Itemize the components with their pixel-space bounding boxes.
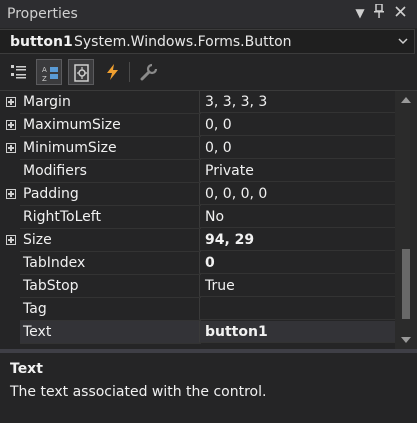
expand-icon[interactable]	[6, 235, 16, 245]
toolbar-separator	[129, 62, 130, 82]
property-value[interactable]: 0, 0	[199, 137, 395, 159]
property-row[interactable]: Text button1	[0, 321, 395, 344]
row-gutter	[0, 298, 20, 321]
categorized-button[interactable]	[6, 59, 32, 85]
property-row[interactable]: MinimumSize 0, 0	[0, 137, 395, 160]
property-value[interactable]: No	[199, 206, 395, 228]
property-value[interactable]: 3, 3, 3, 3	[199, 91, 395, 113]
row-gutter	[0, 114, 20, 137]
svg-text:A: A	[42, 66, 47, 74]
property-row[interactable]: Size 94, 29	[0, 229, 395, 252]
property-value[interactable]: Private	[199, 160, 395, 182]
properties-button[interactable]	[68, 59, 94, 85]
property-row[interactable]: TabIndex 0	[0, 252, 395, 275]
property-name: Modifiers	[20, 160, 201, 183]
row-gutter	[0, 91, 20, 114]
lightning-icon	[107, 64, 118, 80]
scrollbar-thumb[interactable]	[402, 249, 410, 319]
property-name: MinimumSize	[20, 137, 201, 160]
property-value[interactable]: 0, 0, 0, 0	[199, 183, 395, 205]
property-grid: Margin 3, 3, 3, 3 MaximumSize 0, 0 MinimumSi…	[0, 91, 395, 344]
chevron-down-icon[interactable]	[398, 36, 408, 46]
property-row[interactable]: Margin 3, 3, 3, 3	[0, 91, 395, 114]
property-row[interactable]: Padding 0, 0, 0, 0	[0, 183, 395, 206]
window-title: Properties	[7, 6, 78, 22]
scroll-up-icon[interactable]	[401, 97, 411, 103]
property-name: Text	[20, 321, 201, 344]
property-value[interactable]: True	[199, 275, 395, 297]
expand-icon[interactable]	[6, 189, 16, 199]
expand-icon[interactable]	[6, 97, 16, 107]
row-gutter	[0, 160, 20, 183]
close-icon[interactable]	[392, 4, 408, 22]
row-gutter	[0, 229, 20, 252]
row-gutter	[0, 321, 20, 344]
property-name: Margin	[20, 91, 201, 114]
window-position-dropdown-icon[interactable]: ▼	[352, 4, 368, 22]
property-row[interactable]: Tag	[0, 298, 395, 321]
row-gutter	[0, 252, 20, 275]
title-bar: Properties ▼	[0, 0, 417, 28]
description-title: Text	[10, 361, 43, 377]
row-gutter	[0, 183, 20, 206]
property-value[interactable]: 0	[199, 252, 395, 274]
svg-text:Z: Z	[42, 75, 47, 82]
alphabetical-button[interactable]: A Z	[36, 59, 62, 85]
object-type: System.Windows.Forms.Button	[74, 34, 292, 50]
expand-icon[interactable]	[6, 120, 16, 130]
property-name: Tag	[20, 298, 201, 321]
property-value[interactable]: 94, 29	[199, 229, 395, 251]
description-text: The text associated with the control.	[10, 384, 267, 400]
property-row[interactable]: Modifiers Private	[0, 160, 395, 183]
property-name: Padding	[20, 183, 201, 206]
row-gutter	[0, 137, 20, 160]
property-name: MaximumSize	[20, 114, 201, 137]
row-gutter	[0, 206, 20, 229]
description-pane: Text The text associated with the contro…	[0, 353, 417, 423]
property-name: TabStop	[20, 275, 201, 298]
expand-icon[interactable]	[6, 143, 16, 153]
object-name: button1	[10, 34, 73, 50]
events-button[interactable]	[100, 59, 126, 85]
property-name: Size	[20, 229, 201, 252]
property-row[interactable]: RightToLeft No	[0, 206, 395, 229]
properties-panel: Properties ▼ button1 System.Windows.Form…	[0, 0, 417, 423]
row-gutter	[0, 275, 20, 298]
property-name: TabIndex	[20, 252, 201, 275]
property-value[interactable]: button1	[199, 321, 395, 343]
scroll-down-icon[interactable]	[401, 337, 411, 343]
property-value[interactable]	[199, 298, 395, 320]
vertical-scrollbar[interactable]	[395, 91, 417, 349]
categorized-icon	[11, 65, 26, 79]
toolbar: A Z	[0, 55, 417, 91]
property-row[interactable]: TabStop True	[0, 275, 395, 298]
properties-icon	[74, 64, 89, 82]
property-pages-button[interactable]	[136, 59, 162, 85]
property-name: RightToLeft	[20, 206, 201, 229]
object-selector[interactable]: button1 System.Windows.Forms.Button	[0, 29, 415, 54]
alphabetical-icon: A Z	[42, 66, 58, 82]
wrench-icon	[140, 63, 158, 81]
property-value[interactable]: 0, 0	[199, 114, 395, 136]
property-row[interactable]: MaximumSize 0, 0	[0, 114, 395, 137]
pin-icon[interactable]	[371, 3, 387, 22]
